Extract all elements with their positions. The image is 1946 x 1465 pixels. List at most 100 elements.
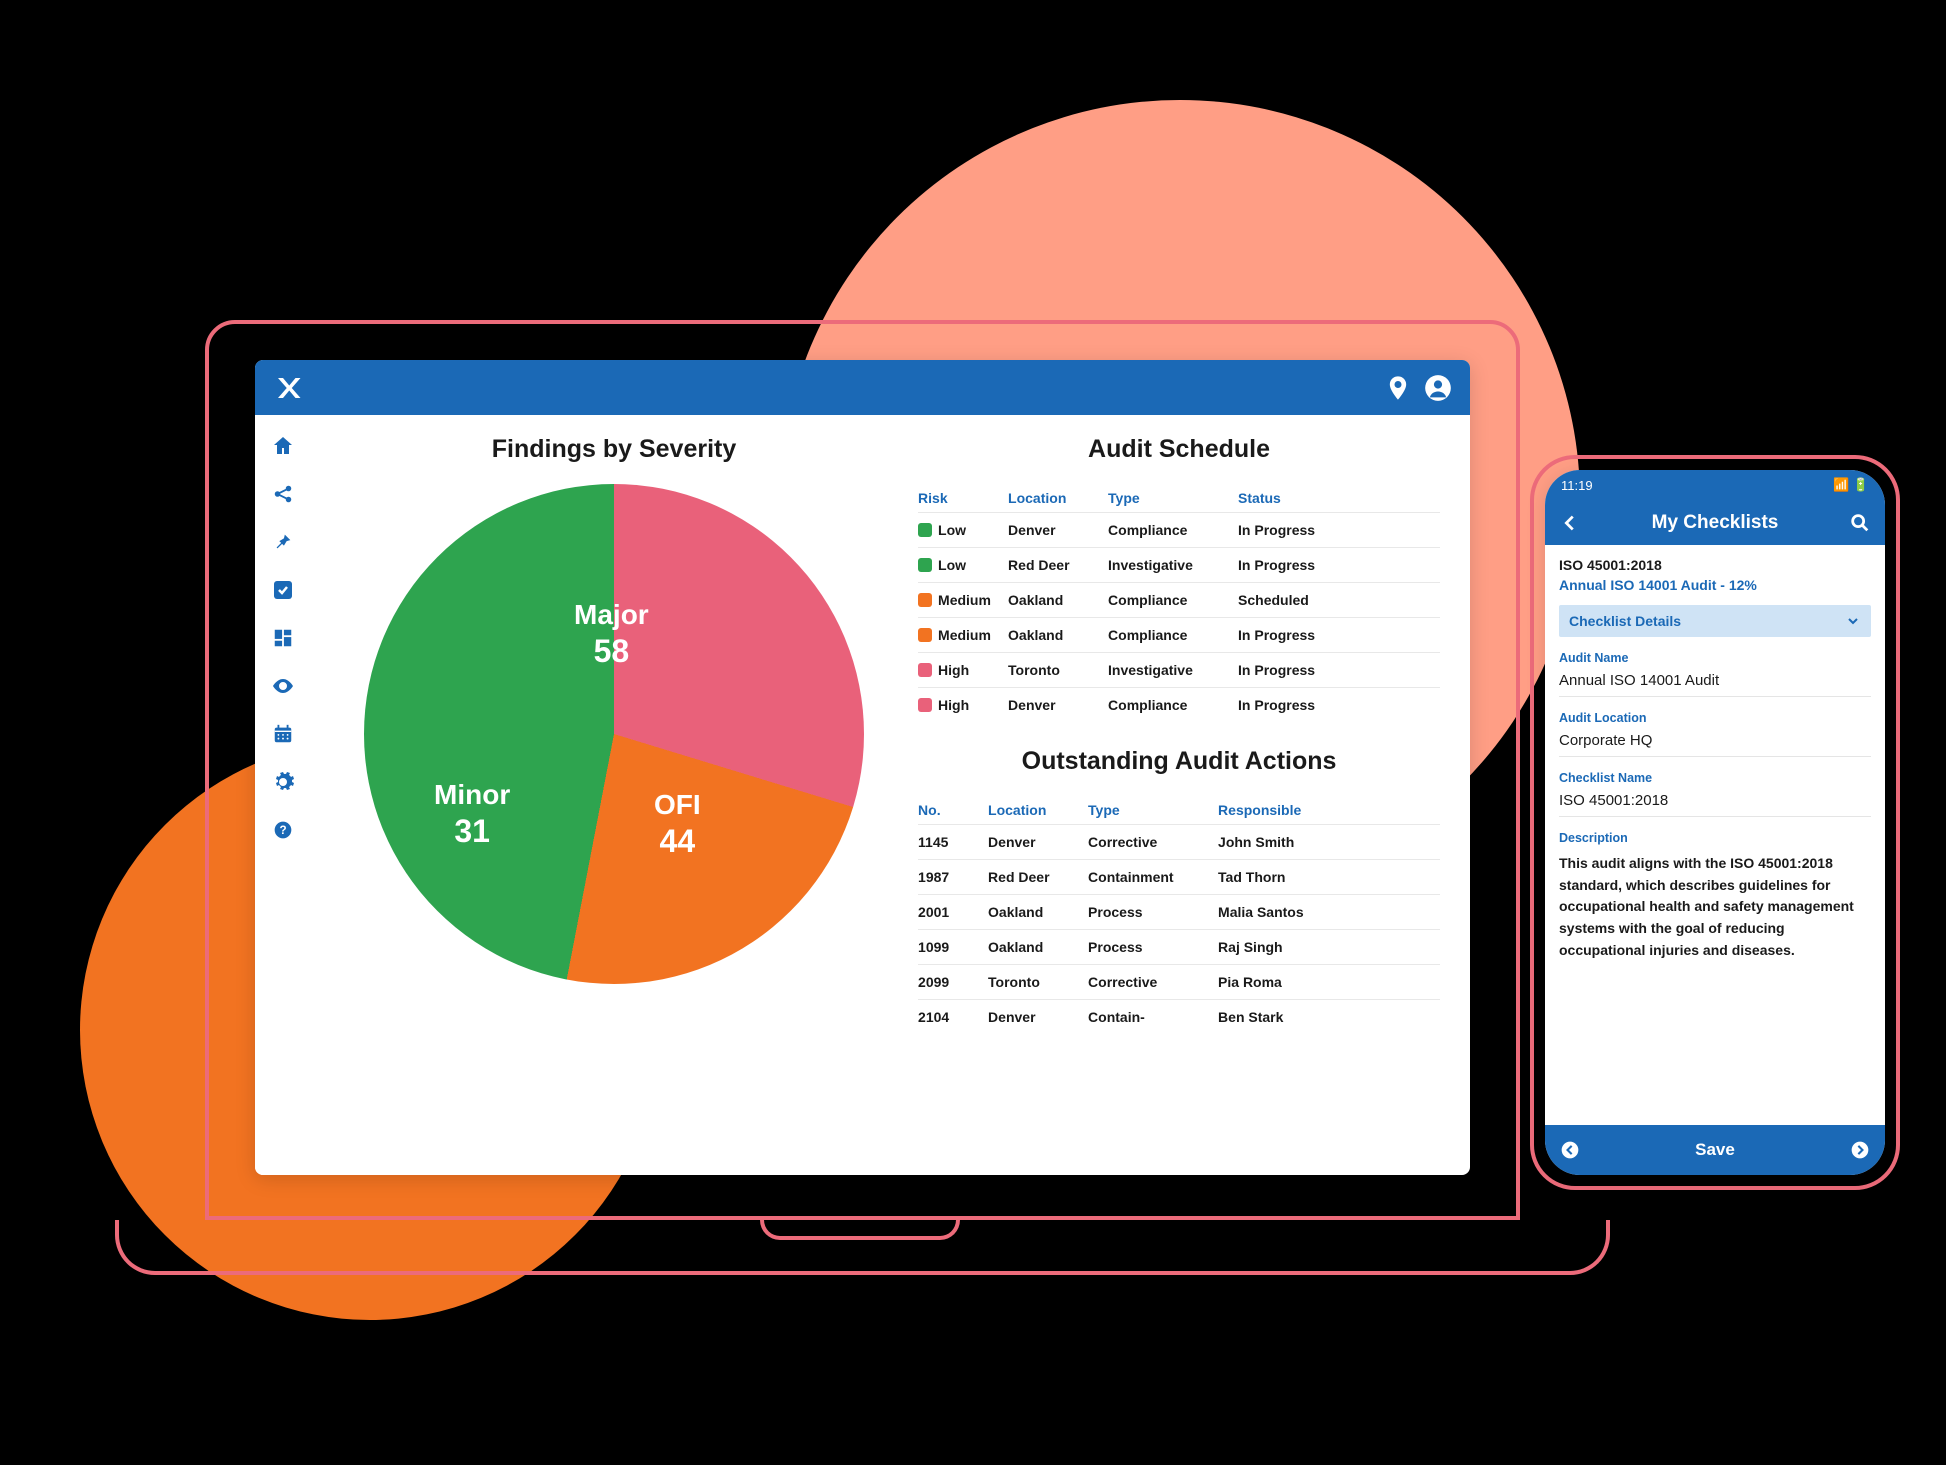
svg-text:?: ? xyxy=(279,824,286,837)
pie-segment-major-value: 58 xyxy=(574,633,649,670)
sidebar-item-settings[interactable] xyxy=(270,769,296,795)
accordion-label: Checklist Details xyxy=(1569,613,1681,629)
table-row[interactable]: Medium Oakland Compliance Scheduled xyxy=(918,582,1440,617)
pie-segment-ofi-label: OFI xyxy=(654,789,701,821)
sidebar-item-share[interactable] xyxy=(270,481,296,507)
field-label-audit-location: Audit Location xyxy=(1559,711,1871,725)
cell-type: Corrective xyxy=(1088,974,1218,990)
cell-responsible: Tad Thorn xyxy=(1218,869,1440,885)
field-value-description[interactable]: This audit aligns with the ISO 45001:201… xyxy=(1559,845,1871,961)
th-responsible: Responsible xyxy=(1218,802,1440,818)
sidebar-item-eye[interactable] xyxy=(270,673,296,699)
field-label-checklist-name: Checklist Name xyxy=(1559,771,1871,785)
laptop-notch-outline xyxy=(760,1220,960,1240)
signal-icon: 📶 🔋 xyxy=(1833,477,1869,493)
table-row[interactable]: Low Denver Compliance In Progress xyxy=(918,512,1440,547)
th-type: Type xyxy=(1088,802,1218,818)
accordion-toggle[interactable]: Checklist Details xyxy=(1559,605,1871,637)
prev-icon[interactable] xyxy=(1559,1139,1581,1161)
cell-type: Compliance xyxy=(1108,522,1238,538)
cell-location: Denver xyxy=(988,1009,1088,1025)
cell-type: Compliance xyxy=(1108,592,1238,608)
field-value-audit-location[interactable]: Corporate HQ xyxy=(1559,725,1871,757)
table-row[interactable]: Medium Oakland Compliance In Progress xyxy=(918,617,1440,652)
user-profile-icon[interactable] xyxy=(1424,374,1452,402)
cell-status: In Progress xyxy=(1238,697,1440,713)
cell-status: In Progress xyxy=(1238,522,1440,538)
cell-risk: Low xyxy=(938,522,966,538)
chart-title: Findings by Severity xyxy=(340,435,888,464)
sidebar-item-pin[interactable] xyxy=(270,529,296,555)
cell-type: Process xyxy=(1088,939,1218,955)
audit-schedule-section: Audit Schedule Risk Location Type Status… xyxy=(918,435,1440,722)
th-risk: Risk xyxy=(918,490,1008,506)
outstanding-table: No. Location Type Responsible 1145 Denve… xyxy=(918,796,1440,1034)
cell-no: 1099 xyxy=(918,939,988,955)
checklist-progress: Annual ISO 14001 Audit - 12% xyxy=(1559,577,1871,593)
table-row[interactable]: High Denver Compliance In Progress xyxy=(918,687,1440,722)
table-row[interactable]: 1145 Denver Corrective John Smith xyxy=(918,824,1440,859)
cell-location: Denver xyxy=(1008,522,1108,538)
field-label-description: Description xyxy=(1559,831,1871,845)
table-row[interactable]: High Toronto Investigative In Progress xyxy=(918,652,1440,687)
pie-segment-minor-label: Minor xyxy=(434,779,510,811)
cell-location: Denver xyxy=(988,834,1088,850)
save-button[interactable]: Save xyxy=(1581,1140,1849,1160)
risk-swatch xyxy=(918,523,932,537)
risk-swatch xyxy=(918,558,932,572)
table-row[interactable]: 2104 Denver Contain- Ben Stark xyxy=(918,999,1440,1034)
table-row[interactable]: Low Red Deer Investigative In Progress xyxy=(918,547,1440,582)
table-row[interactable]: 1987 Red Deer Containment Tad Thorn xyxy=(918,859,1440,894)
field-value-audit-name[interactable]: Annual ISO 14001 Audit xyxy=(1559,665,1871,697)
cell-responsible: Ben Stark xyxy=(1218,1009,1440,1025)
cell-responsible: Pia Roma xyxy=(1218,974,1440,990)
cell-responsible: John Smith xyxy=(1218,834,1440,850)
phone-screen: 11:19 📶 🔋 My Checklists ISO 45001:2018 A… xyxy=(1545,470,1885,1175)
cell-type: Containment xyxy=(1088,869,1218,885)
th-no: No. xyxy=(918,802,988,818)
location-icon[interactable] xyxy=(1384,374,1412,402)
sidebar-item-help[interactable]: ? xyxy=(270,817,296,843)
search-icon[interactable] xyxy=(1849,512,1871,534)
cell-status: In Progress xyxy=(1238,627,1440,643)
risk-swatch xyxy=(918,663,932,677)
sidebar-nav: ? xyxy=(255,415,310,1175)
audit-schedule-table: Risk Location Type Status Low Denver Com… xyxy=(918,484,1440,722)
sidebar-item-grid[interactable] xyxy=(270,625,296,651)
cell-risk: Medium xyxy=(938,627,991,643)
cell-location: Oakland xyxy=(1008,627,1108,643)
cell-location: Oakland xyxy=(1008,592,1108,608)
sidebar-item-calendar[interactable] xyxy=(270,721,296,747)
cell-no: 2001 xyxy=(918,904,988,920)
audit-schedule-title: Audit Schedule xyxy=(918,435,1440,464)
th-location: Location xyxy=(988,802,1088,818)
field-label-audit-name: Audit Name xyxy=(1559,651,1871,665)
table-row[interactable]: 2099 Toronto Corrective Pia Roma xyxy=(918,964,1440,999)
cell-location: Red Deer xyxy=(1008,557,1108,573)
risk-swatch xyxy=(918,698,932,712)
laptop-screen: ? Findings by Severity Major 58 Minor 31 xyxy=(255,360,1470,1175)
checklist-standard: ISO 45001:2018 xyxy=(1559,557,1871,573)
outstanding-actions-section: Outstanding Audit Actions No. Location T… xyxy=(918,747,1440,1034)
cell-responsible: Raj Singh xyxy=(1218,939,1440,955)
field-value-checklist-name[interactable]: ISO 45001:2018 xyxy=(1559,785,1871,817)
cell-location: Toronto xyxy=(988,974,1088,990)
sidebar-item-check[interactable] xyxy=(270,577,296,603)
table-row[interactable]: 2001 Oakland Process Malia Santos xyxy=(918,894,1440,929)
cell-location: Toronto xyxy=(1008,662,1108,678)
cell-type: Corrective xyxy=(1088,834,1218,850)
cell-status: Scheduled xyxy=(1238,592,1440,608)
next-icon[interactable] xyxy=(1849,1139,1871,1161)
back-icon[interactable] xyxy=(1559,512,1581,534)
cell-location: Oakland xyxy=(988,904,1088,920)
cell-location: Oakland xyxy=(988,939,1088,955)
cell-location: Red Deer xyxy=(988,869,1088,885)
phone-header: My Checklists xyxy=(1545,500,1885,545)
risk-swatch xyxy=(918,593,932,607)
main-content: Findings by Severity Major 58 Minor 31 O… xyxy=(310,415,1470,1175)
table-row[interactable]: 1099 Oakland Process Raj Singh xyxy=(918,929,1440,964)
sidebar-item-home[interactable] xyxy=(270,433,296,459)
cell-status: In Progress xyxy=(1238,662,1440,678)
phone-footer: Save xyxy=(1545,1125,1885,1175)
cell-responsible: Malia Santos xyxy=(1218,904,1440,920)
